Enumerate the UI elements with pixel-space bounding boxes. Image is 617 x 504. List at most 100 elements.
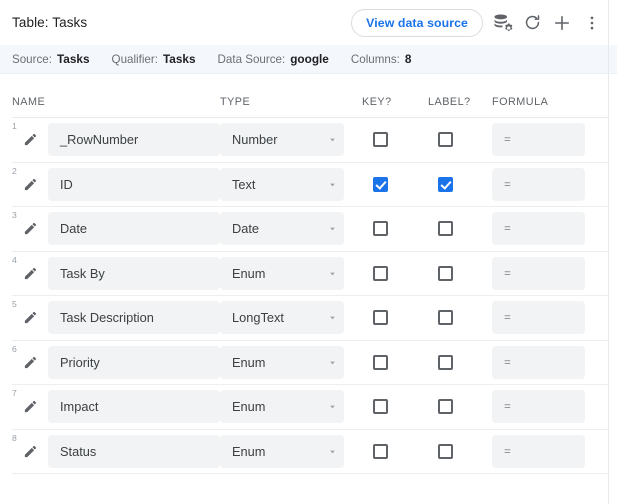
column-formula-input[interactable]: =: [492, 345, 585, 379]
label-checkbox[interactable]: [438, 310, 453, 326]
column-formula-cell: =: [492, 167, 598, 201]
edit-column-button[interactable]: [12, 310, 48, 325]
label-checkbox[interactable]: [438, 399, 453, 415]
key-checkbox[interactable]: [373, 354, 388, 370]
column-name-input[interactable]: Impact: [48, 390, 220, 424]
column-type-select[interactable]: Number: [220, 123, 344, 157]
meta-columns-value: 8: [404, 52, 412, 66]
column-header-name: NAME: [12, 96, 46, 108]
column-formula-cell: =: [492, 301, 598, 335]
plus-icon: [552, 13, 572, 33]
column-name-cell: Date: [48, 212, 220, 246]
key-checkbox[interactable]: [373, 443, 388, 459]
row-number: 6: [12, 343, 17, 354]
label-checkbox[interactable]: [438, 132, 453, 148]
formula-equals-text: =: [504, 265, 511, 280]
column-formula-cell: =: [492, 390, 598, 424]
edit-column-button[interactable]: [12, 399, 48, 414]
key-checkbox[interactable]: [373, 265, 388, 281]
pencil-icon: [23, 310, 38, 325]
column-formula-input[interactable]: =: [492, 434, 585, 468]
edit-column-button[interactable]: [12, 444, 48, 459]
column-formula-input[interactable]: =: [492, 390, 585, 424]
more-options-button[interactable]: [577, 8, 607, 38]
column-key-cell: [362, 132, 428, 148]
column-name-input[interactable]: ID: [48, 167, 220, 201]
column-type-select[interactable]: Enum: [220, 256, 344, 290]
key-checkbox[interactable]: [373, 399, 388, 415]
column-type-select[interactable]: Enum: [220, 434, 344, 468]
add-button[interactable]: [547, 8, 577, 38]
formula-equals-text: =: [504, 310, 511, 325]
column-name-cell: Task Description: [48, 301, 220, 335]
column-header-label: LABEL?: [428, 96, 471, 108]
column-name-input[interactable]: Status: [48, 434, 220, 468]
column-type-value: Enum: [232, 265, 266, 281]
refresh-button[interactable]: [517, 8, 547, 38]
column-label-cell: [428, 132, 492, 148]
key-checkbox[interactable]: [373, 132, 388, 148]
column-type-value: Text: [232, 176, 256, 192]
page-title: Table: Tasks: [12, 15, 88, 30]
column-type-select[interactable]: Date: [220, 212, 344, 246]
column-name-cell: Task By: [48, 256, 220, 290]
chevron-down-icon: [327, 357, 338, 368]
column-type-cell: Enum: [220, 256, 362, 290]
edit-column-button[interactable]: [12, 355, 48, 370]
edit-column-button[interactable]: [12, 221, 48, 236]
database-settings-icon: [492, 12, 513, 33]
column-name-input[interactable]: Task By: [48, 256, 220, 290]
column-name-input[interactable]: Date: [48, 212, 220, 246]
column-formula-input[interactable]: =: [492, 167, 585, 201]
label-checkbox[interactable]: [438, 221, 453, 237]
column-type-select[interactable]: Enum: [220, 390, 344, 424]
column-type-cell: Text: [220, 167, 362, 201]
edit-column-button[interactable]: [12, 132, 48, 147]
label-checkbox[interactable]: [438, 354, 453, 370]
column-type-value: Number: [232, 132, 278, 148]
database-settings-button[interactable]: [487, 8, 517, 38]
column-type-cell: LongText: [220, 301, 362, 335]
column-type-select[interactable]: Enum: [220, 345, 344, 379]
label-checkbox[interactable]: [438, 176, 453, 192]
column-formula-input[interactable]: =: [492, 256, 585, 290]
pencil-icon: [23, 399, 38, 414]
key-checkbox[interactable]: [373, 176, 388, 192]
column-name-cell: Priority: [48, 345, 220, 379]
label-checkbox[interactable]: [438, 443, 453, 459]
table-row: 8 Status Enum =: [12, 430, 608, 474]
column-type-select[interactable]: Text: [220, 167, 344, 201]
column-formula-input[interactable]: =: [492, 123, 585, 157]
table-row: 7 Impact Enum =: [12, 385, 608, 430]
view-data-source-button[interactable]: View data source: [351, 8, 483, 37]
meta-columns-label: Columns:: [350, 53, 400, 66]
column-formula-input[interactable]: =: [492, 301, 585, 335]
column-formula-cell: =: [492, 345, 598, 379]
table-header-row: NAME TYPE KEY? LABEL? FORMULA: [12, 74, 608, 118]
column-label-cell: [428, 399, 492, 415]
row-number: 2: [12, 165, 17, 176]
column-label-cell: [428, 310, 492, 326]
column-type-value: LongText: [232, 310, 284, 326]
column-type-value: Enum: [232, 443, 266, 459]
row-number: 1: [12, 121, 17, 131]
pencil-icon: [23, 266, 38, 281]
column-type-select[interactable]: LongText: [220, 301, 344, 335]
edit-column-button[interactable]: [12, 177, 48, 192]
column-label-cell: [428, 443, 492, 459]
key-checkbox[interactable]: [373, 310, 388, 326]
edit-column-button[interactable]: [12, 266, 48, 281]
label-checkbox[interactable]: [438, 265, 453, 281]
table-row: 2 ID Text =: [12, 163, 608, 207]
pencil-icon: [23, 221, 38, 236]
column-name-input[interactable]: Task Description: [48, 301, 220, 335]
formula-equals-text: =: [504, 354, 511, 369]
column-formula-input[interactable]: =: [492, 212, 585, 246]
formula-equals-text: =: [504, 221, 511, 236]
chevron-down-icon: [327, 179, 338, 190]
column-name-input[interactable]: Priority: [48, 345, 220, 379]
column-type-cell: Number: [220, 123, 362, 157]
column-type-value: Enum: [232, 354, 266, 370]
column-name-input[interactable]: _RowNumber: [48, 123, 220, 157]
key-checkbox[interactable]: [373, 221, 388, 237]
